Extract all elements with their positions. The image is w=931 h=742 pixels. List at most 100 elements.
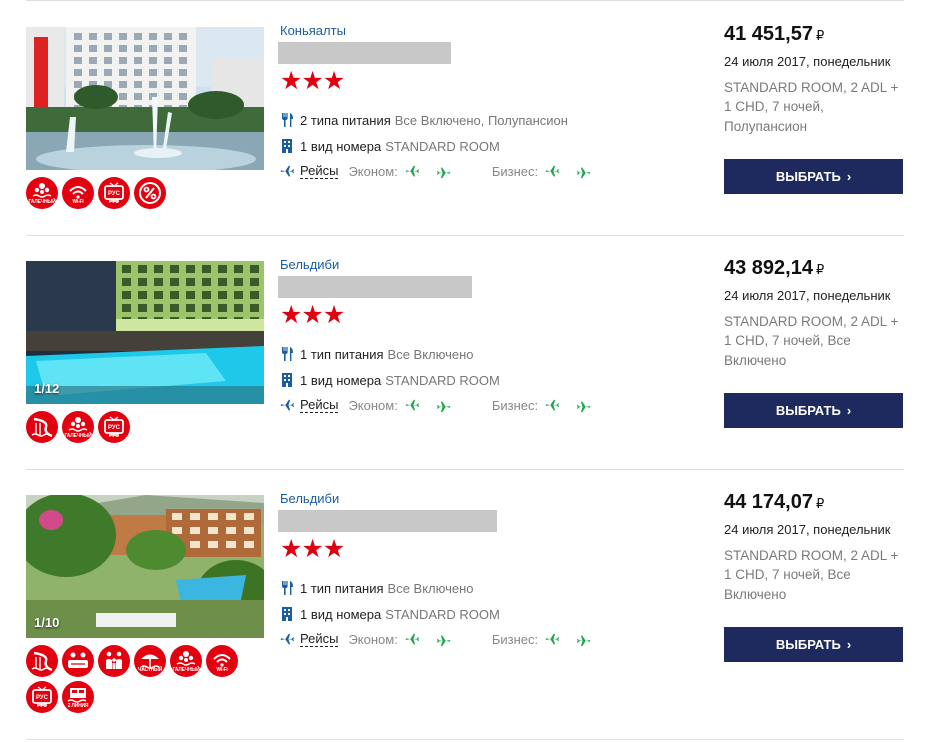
flights-link[interactable]: Рейсы <box>300 164 339 179</box>
price-value: 44 174,07 <box>724 491 813 513</box>
price-value: 43 892,14 <box>724 257 813 279</box>
meals-row: 1 тип питания Все Включено <box>279 580 474 596</box>
kids-club-icon[interactable] <box>62 645 94 677</box>
fork-knife-icon <box>279 112 300 128</box>
return-plane-icon <box>436 165 452 179</box>
business-label: Бизнес: <box>491 164 539 179</box>
star-rating: ★★★ <box>280 301 345 329</box>
price: 44 174,07 ₽ <box>724 491 824 514</box>
hotel-location-link[interactable]: Бельдиби <box>280 491 339 506</box>
chevron-right-icon: › <box>846 169 852 184</box>
building-icon <box>279 138 300 154</box>
star-rating: ★★★ <box>280 535 345 563</box>
rooms-count: 1 вид номера <box>300 372 382 388</box>
price: 41 451,57 ₽ <box>724 23 824 46</box>
badge-label: ЧАСТНЫЙ <box>137 667 163 673</box>
hotel-photo[interactable]: 1/12 <box>26 261 264 404</box>
chevron-right-icon: › <box>846 637 852 652</box>
rooms-count: 1 вид номера <box>300 138 382 154</box>
water-slide-icon[interactable] <box>26 645 58 677</box>
departure-date: 24 июля 2017, понедельник <box>724 288 891 303</box>
select-button-label: ВЫБРАТЬ <box>775 637 841 652</box>
private-beach-icon[interactable]: ЧАСТНЫЙ <box>134 645 166 677</box>
flights-link[interactable]: Рейсы <box>300 398 339 413</box>
building-icon <box>279 606 300 622</box>
hotel-name-redacted[interactable] <box>278 276 472 298</box>
return-plane-icon <box>576 165 592 179</box>
return-plane-icon <box>436 633 452 647</box>
wifi-icon[interactable]: Wi-Fi <box>206 645 238 677</box>
rooms-count: 1 вид номера <box>300 606 382 622</box>
russian-tv-icon[interactable]: РУС РУС <box>98 177 130 209</box>
amenity-badges: ЧАСТНЫЙ ГАЛЕЧНЫЙ Wi-Fi РУС РУС 2 ЛИНИЯ <box>26 645 264 713</box>
select-button[interactable]: ВЫБРАТЬ › <box>724 627 903 662</box>
svg-text:РУС: РУС <box>36 695 49 701</box>
rooms-type: STANDARD ROOM <box>385 138 500 154</box>
meals-types: Все Включено, Полупансион <box>394 112 568 128</box>
svg-text:РУС: РУС <box>108 191 121 197</box>
pebble-beach-icon[interactable]: ГАЛЕЧНЫЙ <box>62 411 94 443</box>
offer-description: STANDARD ROOM, 2 ADL + 1 CHD, 7 ночей, В… <box>724 548 899 602</box>
rooms-row: 1 вид номера STANDARD ROOM <box>279 372 500 388</box>
business-label: Бизнес: <box>491 632 539 647</box>
outbound-plane-icon <box>404 633 420 647</box>
badge-label: РУС <box>109 199 119 205</box>
outbound-plane-icon <box>544 399 560 413</box>
plane-icon <box>279 633 295 647</box>
badge-label: Wi-Fi <box>216 667 228 673</box>
meals-types: Все Включено <box>387 346 474 362</box>
pebble-beach-icon[interactable]: ГАЛЕЧНЫЙ <box>26 177 58 209</box>
hotel-photo[interactable] <box>26 27 264 170</box>
fork-knife-icon <box>279 346 300 362</box>
flights-row: Рейсы Эконом: Бизнес: <box>279 164 592 179</box>
star-rating: ★★★ <box>280 67 345 95</box>
flights-row: Рейсы Эконом: Бизнес: <box>279 632 592 647</box>
badge-label: ГАЛЕЧНЫЙ <box>28 199 56 205</box>
discount-icon[interactable] <box>134 177 166 209</box>
chevron-right-icon: › <box>846 403 852 418</box>
rooms-type: STANDARD ROOM <box>385 606 500 622</box>
economy-label: Эконом: <box>348 632 398 647</box>
flights-row: Рейсы Эконом: Бизнес: <box>279 398 592 413</box>
beach-line-icon[interactable]: 2 ЛИНИЯ <box>62 681 94 713</box>
outbound-plane-icon <box>404 165 420 179</box>
select-button[interactable]: ВЫБРАТЬ › <box>724 159 903 194</box>
flights-link[interactable]: Рейсы <box>300 632 339 647</box>
currency-symbol: ₽ <box>815 28 825 43</box>
business-label: Бизнес: <box>491 398 539 413</box>
badge-label: РУС <box>37 703 47 709</box>
hotel-name-redacted[interactable] <box>278 510 497 532</box>
badge-label: Wi-Fi <box>72 199 84 205</box>
return-plane-icon <box>436 399 452 413</box>
family-icon[interactable] <box>98 645 130 677</box>
water-slide-icon[interactable] <box>26 411 58 443</box>
photo-counter: 1/12 <box>34 381 60 396</box>
hotel-card: 1/12 ГАЛЕЧНЫЙ РУС РУС Бельдиби ★★★ 1 тип п… <box>0 234 931 468</box>
badge-label: РУС <box>109 433 119 439</box>
price-value: 41 451,57 <box>724 23 813 45</box>
offer-description: STANDARD ROOM, 2 ADL + 1 CHD, 7 ночей, П… <box>724 80 899 134</box>
return-plane-icon <box>576 633 592 647</box>
building-icon <box>279 372 300 388</box>
hotel-location-link[interactable]: Бельдиби <box>280 257 339 272</box>
pebble-beach-icon[interactable]: ГАЛЕЧНЫЙ <box>170 645 202 677</box>
departure-date: 24 июля 2017, понедельник <box>724 522 891 537</box>
hotel-location-link[interactable]: Коньяалты <box>280 23 346 38</box>
rooms-type: STANDARD ROOM <box>385 372 500 388</box>
russian-tv-icon[interactable]: РУС РУС <box>26 681 58 713</box>
select-button[interactable]: ВЫБРАТЬ › <box>724 393 903 428</box>
meals-count: 2 типа питания <box>300 112 391 128</box>
hotel-name-redacted[interactable] <box>278 42 451 64</box>
wifi-icon[interactable]: Wi-Fi <box>62 177 94 209</box>
photo-counter: 1/10 <box>34 615 60 630</box>
hotel-card: 1/10 ЧАСТНЫЙ ГАЛЕЧНЫЙ Wi-Fi РУС РУС 2 ЛИНИЯ Б… <box>0 468 931 713</box>
hotel-photo[interactable]: 1/10 <box>26 495 264 638</box>
select-button-label: ВЫБРАТЬ <box>775 403 841 418</box>
russian-tv-icon[interactable]: РУС РУС <box>98 411 130 443</box>
fork-knife-icon <box>279 580 300 596</box>
amenity-badges: ГАЛЕЧНЫЙ Wi-Fi РУС РУС <box>26 177 264 209</box>
meals-row: 2 типа питания Все Включено, Полупансион <box>279 112 568 128</box>
economy-label: Эконом: <box>348 164 398 179</box>
economy-label: Эконом: <box>348 398 398 413</box>
rooms-row: 1 вид номера STANDARD ROOM <box>279 138 500 154</box>
